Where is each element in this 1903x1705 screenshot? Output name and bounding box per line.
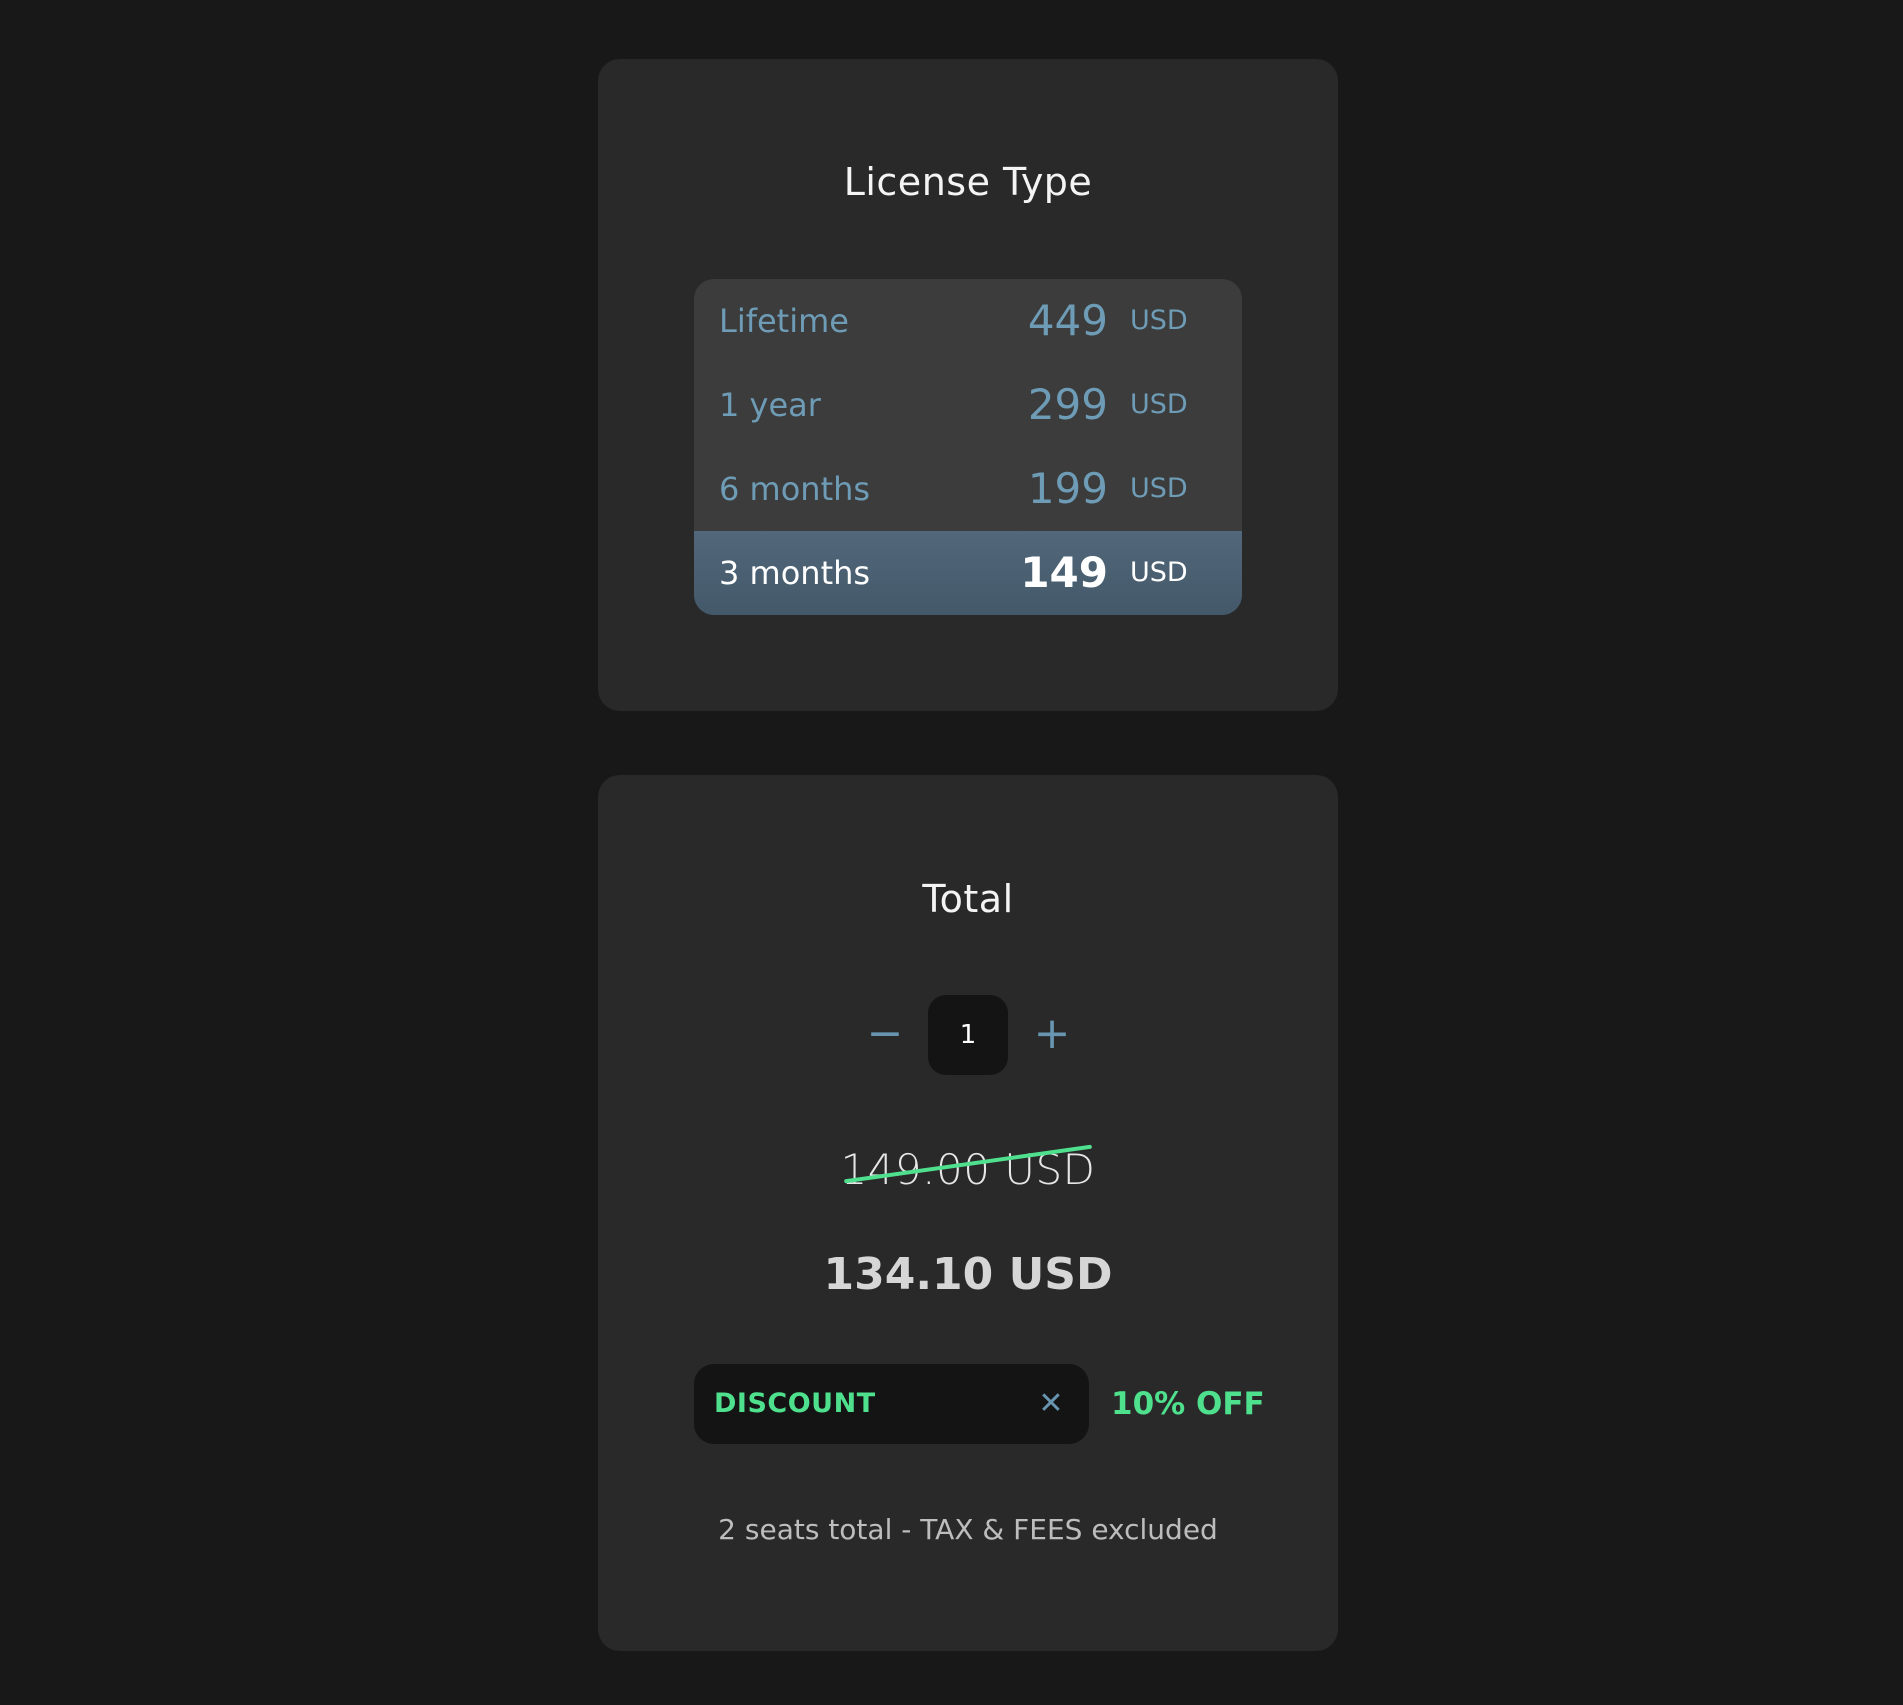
discount-badge: 10% OFF xyxy=(1111,1386,1265,1422)
discount-code-input[interactable]: DISCOUNT xyxy=(714,1364,1014,1444)
license-option-price: 449 xyxy=(1027,296,1108,345)
seat-quantity-stepper: − 1 + xyxy=(598,995,1338,1075)
license-type-title: License Type xyxy=(843,160,1093,204)
license-option-6-months[interactable]: 6 months 199 USD xyxy=(694,447,1242,531)
discount-code-field[interactable]: DISCOUNT ✕ xyxy=(694,1364,1089,1444)
license-option-currency: USD xyxy=(1130,557,1188,588)
license-option-label: 1 year xyxy=(719,386,821,424)
license-type-card: License Type Lifetime 449 USD 1 year 299… xyxy=(598,59,1338,711)
license-option-label: 6 months xyxy=(719,470,871,508)
license-option-currency: USD xyxy=(1130,473,1188,504)
license-option-lifetime[interactable]: Lifetime 449 USD xyxy=(694,279,1242,363)
original-price-wrap: 149.00 USD xyxy=(598,1140,1338,1200)
increment-button[interactable]: + xyxy=(1022,995,1082,1075)
license-options-list: Lifetime 449 USD 1 year 299 USD 6 months… xyxy=(694,279,1242,615)
clear-discount-icon[interactable]: ✕ xyxy=(1031,1364,1071,1444)
seats-footnote: 2 seats total - TAX & FEES excluded xyxy=(718,1513,1218,1546)
license-option-label: Lifetime xyxy=(719,302,849,340)
license-option-label: 3 months xyxy=(719,554,871,592)
license-option-price: 299 xyxy=(1027,380,1108,429)
license-option-1-year[interactable]: 1 year 299 USD xyxy=(694,363,1242,447)
quantity-value[interactable]: 1 xyxy=(928,995,1008,1075)
total-title: Total xyxy=(922,877,1014,921)
decrement-button[interactable]: − xyxy=(855,995,915,1075)
license-option-currency: USD xyxy=(1130,305,1188,336)
license-option-price: 199 xyxy=(1027,464,1108,513)
license-option-price: 149 xyxy=(1020,548,1108,597)
total-card: Total − 1 + 149.00 USD 134.10 USD DISCOU… xyxy=(598,775,1338,1651)
license-option-currency: USD xyxy=(1130,389,1188,420)
final-price: 134.10 USD xyxy=(823,1249,1113,1300)
license-option-3-months[interactable]: 3 months 149 USD xyxy=(694,531,1242,615)
